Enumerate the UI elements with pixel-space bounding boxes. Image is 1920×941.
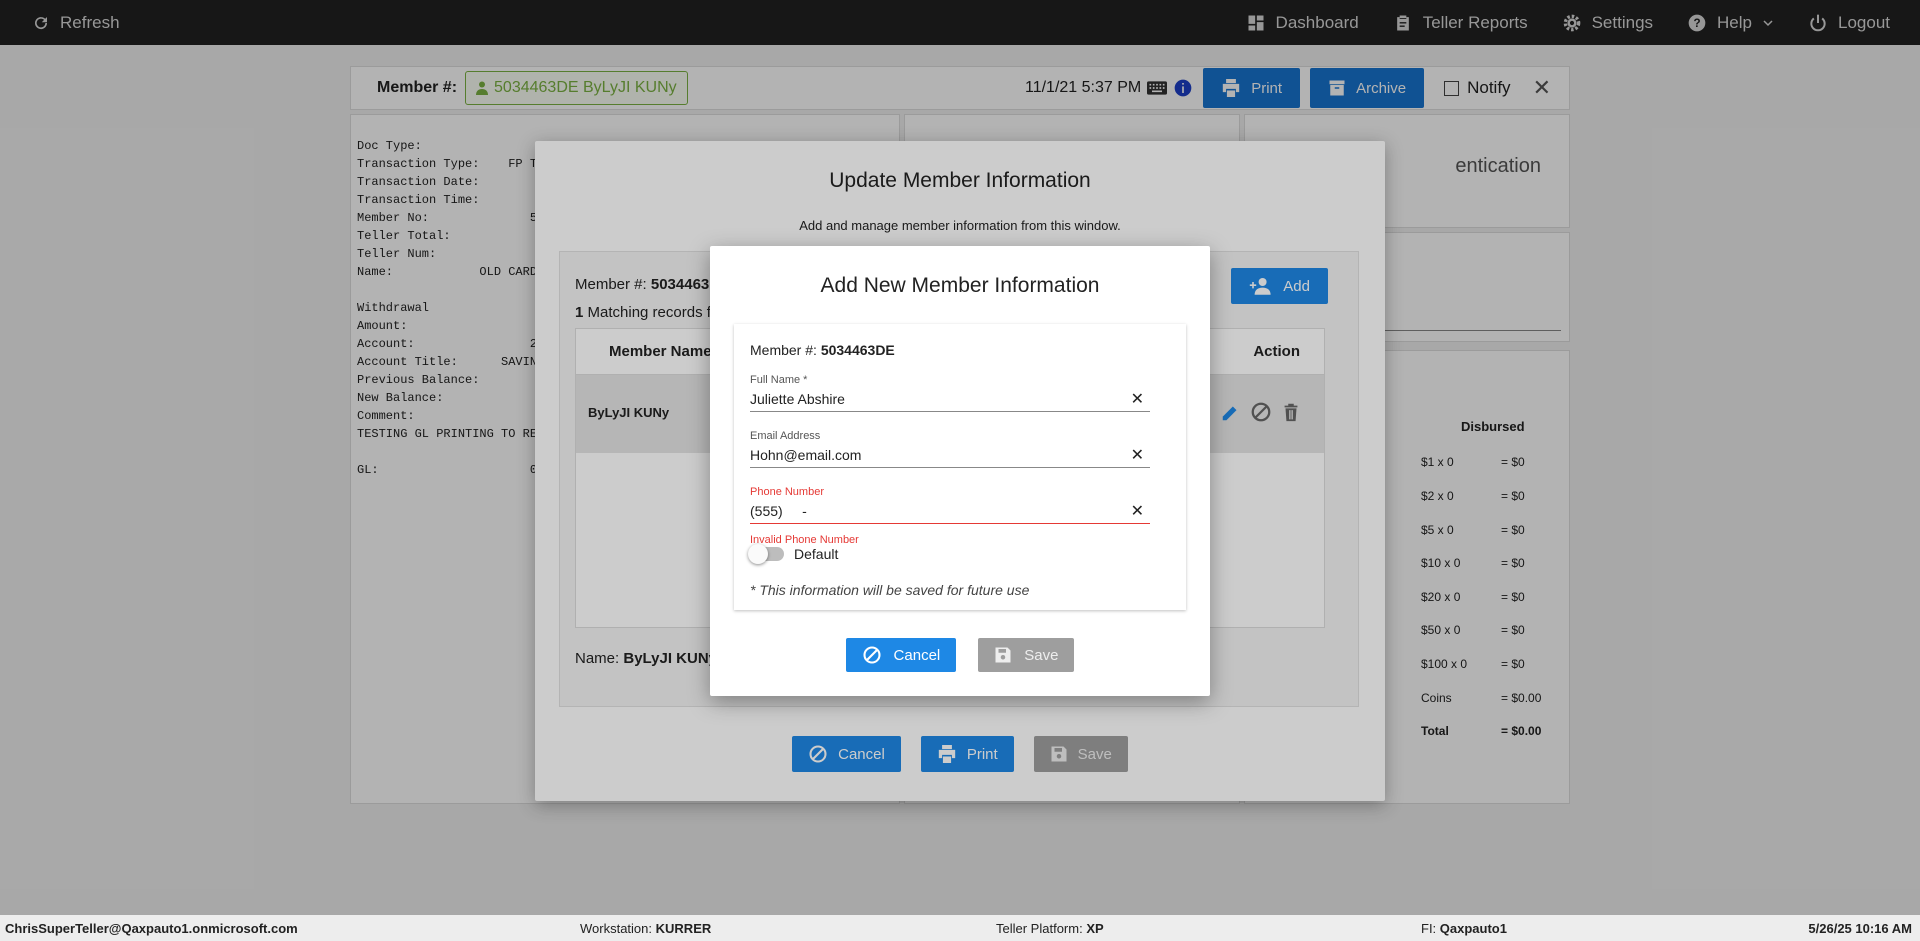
- fi-value: Qaxpauto1: [1439, 920, 1507, 936]
- add-member-modal: Add New Member Information Member #: 503…: [710, 246, 1210, 696]
- add-member-value: 5034463DE: [820, 342, 895, 358]
- cancel-icon: [863, 646, 881, 664]
- save-note: * This information will be saved for fut…: [750, 582, 1030, 598]
- full-name-label: Full Name *: [750, 374, 808, 386]
- full-name-input[interactable]: [750, 390, 1125, 407]
- email-label: Email Address: [750, 430, 821, 442]
- workstation-label: Workstation:: [580, 920, 653, 936]
- save-icon: [995, 647, 1011, 663]
- add-cancel-label: Cancel: [893, 646, 941, 664]
- footer-user: ChrisSuperTeller@Qaxpauto1.onmicrosoft.c…: [5, 920, 298, 936]
- add-member-form: Member #: 5034463DE Full Name * ✕ Email …: [734, 324, 1186, 610]
- email-field: Email Address ✕: [750, 430, 1150, 468]
- default-switch[interactable]: [748, 544, 784, 564]
- clear-email-icon[interactable]: ✕: [1125, 445, 1150, 465]
- add-save-button[interactable]: Save: [978, 638, 1075, 672]
- default-label: Default: [794, 546, 839, 562]
- footer-fi: FI: Qaxpauto1: [1421, 921, 1507, 936]
- workstation-value: KURRER: [655, 920, 712, 936]
- default-switch-knob: [748, 544, 768, 564]
- email-input[interactable]: [750, 446, 1125, 463]
- default-toggle[interactable]: Default: [748, 544, 839, 564]
- footer-datetime: 5/26/25 10:16 AM: [1808, 920, 1912, 936]
- phone-error-text: Invalid Phone Number: [750, 534, 859, 546]
- add-member-number: Member #: 5034463DE: [750, 342, 895, 358]
- phone-label: Phone Number: [750, 486, 824, 498]
- platform-value: XP: [1086, 920, 1104, 936]
- add-cancel-button[interactable]: Cancel: [845, 638, 957, 672]
- fi-label: FI:: [1421, 920, 1437, 936]
- status-footer: ChrisSuperTeller@Qaxpauto1.onmicrosoft.c…: [0, 915, 1920, 941]
- phone-input[interactable]: [750, 502, 1125, 519]
- platform-label: Teller Platform:: [996, 920, 1083, 936]
- add-save-label: Save: [1024, 646, 1059, 664]
- add-member-label: Member #:: [750, 342, 817, 358]
- clear-full-name-icon[interactable]: ✕: [1125, 389, 1150, 409]
- phone-field: Phone Number ✕: [750, 486, 1150, 524]
- footer-platform: Teller Platform: XP: [996, 921, 1104, 936]
- full-name-field: Full Name * ✕: [750, 374, 1150, 412]
- add-modal-title: Add New Member Information: [820, 274, 1100, 297]
- footer-workstation: Workstation: KURRER: [580, 921, 711, 936]
- clear-phone-icon[interactable]: ✕: [1125, 501, 1150, 521]
